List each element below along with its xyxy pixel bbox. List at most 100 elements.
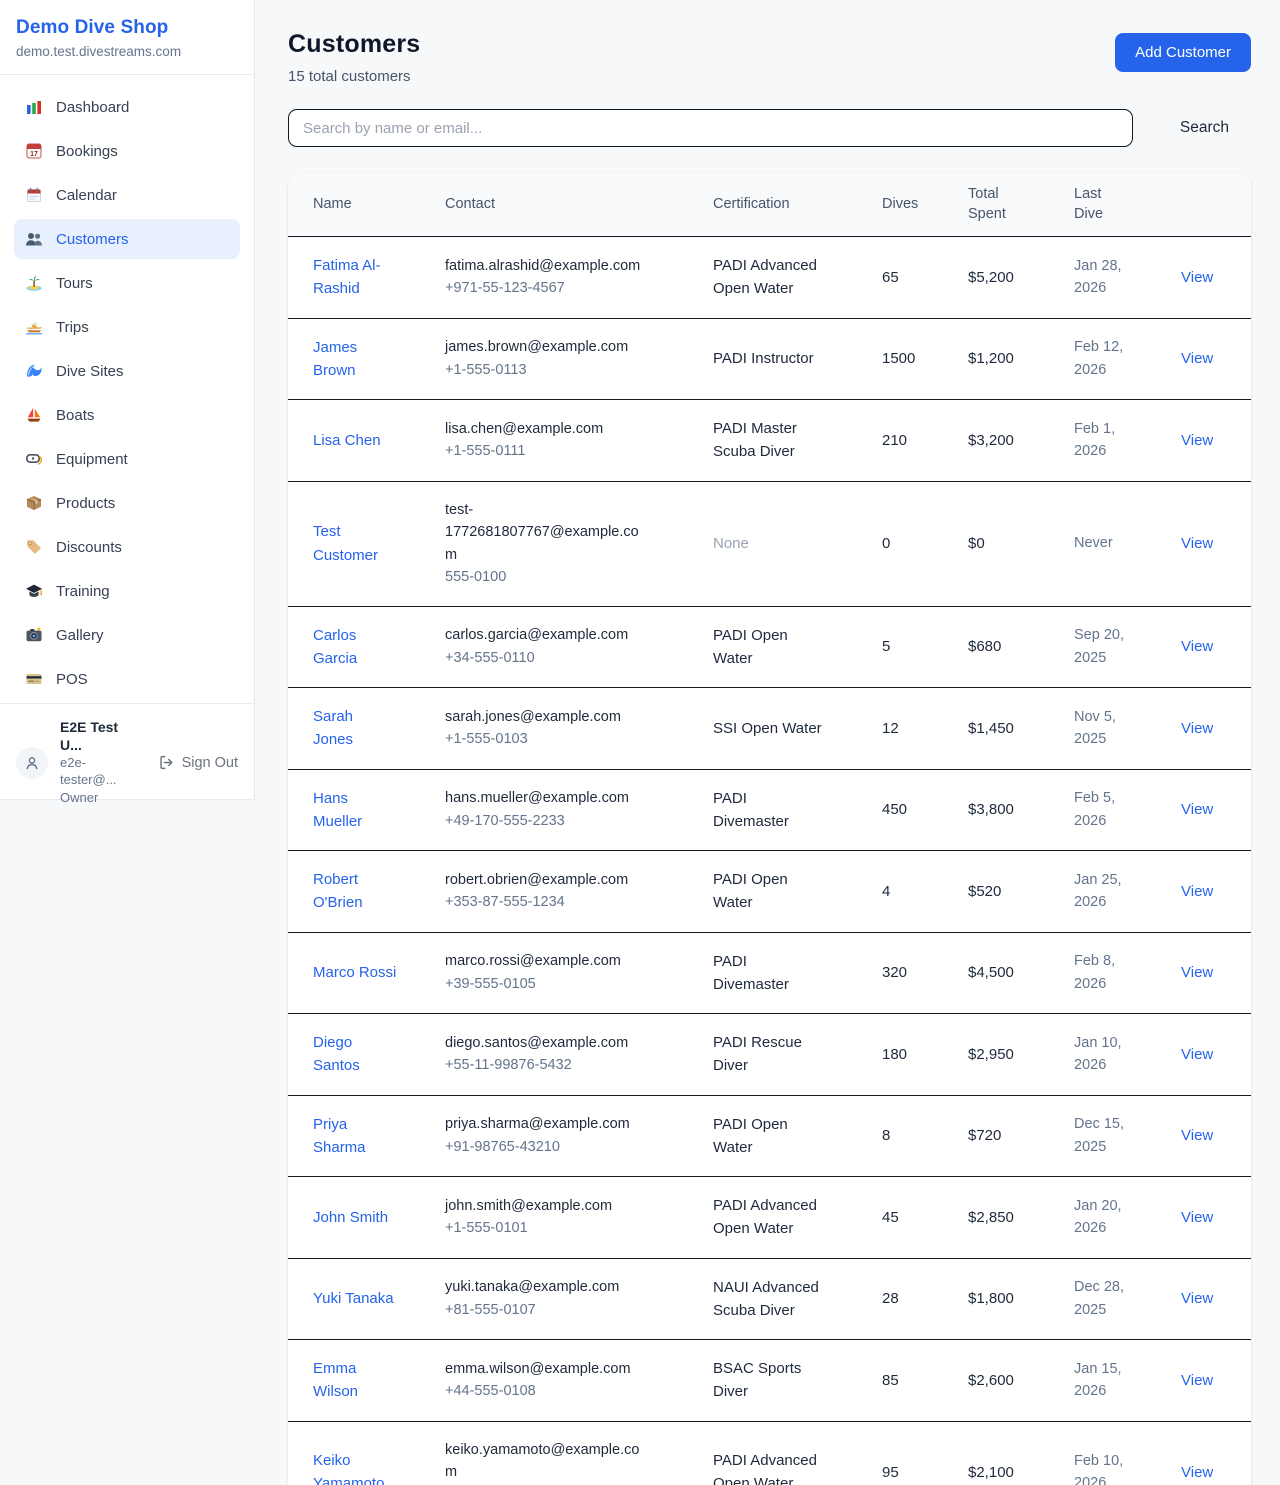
customer-name-link[interactable]: Hans Mueller [313, 790, 362, 830]
customer-phone: +1-555-0103 [445, 728, 645, 750]
cell-contact: yuki.tanaka@example.com+81-555-0107 [433, 1258, 701, 1340]
customer-name-link[interactable]: Test Customer [313, 523, 378, 563]
sidebar-item-label: Dive Sites [56, 363, 124, 380]
customer-name-link[interactable]: Diego Santos [313, 1034, 360, 1074]
cell-contact: keiko.yamamoto@example.com+81-90-1234-56… [433, 1421, 701, 1485]
customer-name-link[interactable]: Lisa Chen [313, 432, 381, 449]
cell-total-spent: $2,950 [956, 1014, 1062, 1096]
view-link[interactable]: View [1181, 269, 1213, 286]
search-button[interactable]: Search [1158, 119, 1251, 137]
customer-name-link[interactable]: Marco Rossi [313, 964, 396, 981]
customer-email: carlos.garcia@example.com [445, 624, 645, 646]
page-subtitle: 15 total customers [288, 68, 420, 85]
view-link[interactable]: View [1181, 1290, 1213, 1307]
view-link[interactable]: View [1181, 801, 1213, 818]
cell-total-spent: $1,450 [956, 688, 1062, 770]
customer-name-link[interactable]: John Smith [313, 1209, 388, 1226]
customer-name-link[interactable]: Yuki Tanaka [313, 1290, 394, 1307]
view-link[interactable]: View [1181, 638, 1213, 655]
sidebar-item-discounts[interactable]: Discounts [14, 527, 240, 567]
cell-certification: PADI Advanced Open Water [701, 237, 870, 319]
column-header-certification: Certification [701, 173, 870, 237]
package-icon [25, 494, 43, 512]
view-link[interactable]: View [1181, 883, 1213, 900]
cell-dives: 1500 [870, 318, 956, 400]
view-link[interactable]: View [1181, 1209, 1213, 1226]
search-row: Search [288, 109, 1251, 147]
sidebar-item-products[interactable]: Products [14, 483, 240, 523]
bar-chart-icon [25, 98, 43, 116]
sidebar-item-dive-sites[interactable]: Dive Sites [14, 351, 240, 391]
view-link[interactable]: View [1181, 350, 1213, 367]
sidebar-item-boats[interactable]: Boats [14, 395, 240, 435]
svg-text:17: 17 [30, 151, 38, 158]
customer-name-link[interactable]: Carlos Garcia [313, 627, 357, 667]
sidebar-item-customers[interactable]: Customers [14, 219, 240, 259]
customer-name-link[interactable]: Priya Sharma [313, 1116, 366, 1156]
user-info: E2E Test U... e2e-tester@... Owner [60, 718, 132, 807]
add-customer-button[interactable]: Add Customer [1115, 33, 1251, 72]
table-row: Sarah Jones sarah.jones@example.com+1-555… [288, 688, 1251, 770]
sidebar-item-calendar[interactable]: Calendar [14, 175, 240, 215]
view-link[interactable]: View [1181, 1464, 1213, 1481]
cell-contact: robert.obrien@example.com+353-87-555-123… [433, 851, 701, 933]
cell-last-dive: Feb 12, 2026 [1062, 318, 1169, 400]
cell-total-spent: $5,200 [956, 237, 1062, 319]
person-icon [23, 754, 41, 772]
view-link[interactable]: View [1181, 535, 1213, 552]
customer-name-link[interactable]: Keiko Yamamoto [313, 1452, 384, 1485]
spiral-calendar-icon [25, 186, 43, 204]
cell-actions: View [1169, 606, 1251, 688]
sidebar-item-tours[interactable]: Tours [14, 263, 240, 303]
view-link[interactable]: View [1181, 964, 1213, 981]
cell-contact: sarah.jones@example.com+1-555-0103 [433, 688, 701, 770]
cell-last-dive: Jan 15, 2026 [1062, 1340, 1169, 1422]
view-link[interactable]: View [1181, 720, 1213, 737]
user-email: e2e-tester@... [60, 755, 132, 789]
sidebar-item-pos[interactable]: POS [14, 659, 240, 699]
sidebar-item-label: Dashboard [56, 99, 129, 116]
sidebar-item-dashboard[interactable]: Dashboard [14, 87, 240, 127]
customers-table-card: NameContactCertificationDivesTotal Spent… [288, 173, 1251, 1485]
table-row: Hans Mueller hans.mueller@example.com+49-… [288, 769, 1251, 851]
table-row: Test Customertest-1772681807767@example.… [288, 481, 1251, 606]
sidebar-item-bookings[interactable]: 17Bookings [14, 131, 240, 171]
customer-email: hans.mueller@example.com [445, 787, 645, 809]
cell-name: Carlos Garcia [288, 606, 433, 688]
sidebar-item-trips[interactable]: Trips [14, 307, 240, 347]
customer-name-link[interactable]: Emma Wilson [313, 1360, 358, 1400]
cell-last-dive: Jan 28, 2026 [1062, 237, 1169, 319]
user-role: Owner [60, 790, 132, 807]
customer-name-link[interactable]: James Brown [313, 339, 357, 379]
customers-table-body: Fatima Al-Rashid fatima.alrashid@example.… [288, 237, 1251, 1485]
cell-contact: hans.mueller@example.com+49-170-555-2233 [433, 769, 701, 851]
cell-total-spent: $1,800 [956, 1258, 1062, 1340]
customer-email: fatima.alrashid@example.com [445, 255, 645, 277]
cell-contact: emma.wilson@example.com+44-555-0108 [433, 1340, 701, 1422]
search-input[interactable] [288, 109, 1133, 147]
table-row: Lisa Chenlisa.chen@example.com+1-555-011… [288, 400, 1251, 482]
sidebar-item-label: Equipment [56, 451, 128, 468]
customer-name-link[interactable]: Sarah Jones [313, 708, 353, 748]
cell-actions: View [1169, 1014, 1251, 1096]
view-link[interactable]: View [1181, 1372, 1213, 1389]
sidebar-item-equipment[interactable]: Equipment [14, 439, 240, 479]
customer-email: marco.rossi@example.com [445, 950, 645, 972]
view-link[interactable]: View [1181, 432, 1213, 449]
graduation-cap-icon [25, 582, 43, 600]
view-link[interactable]: View [1181, 1046, 1213, 1063]
sidebar-item-gallery[interactable]: Gallery [14, 615, 240, 655]
sidebar-item-training[interactable]: Training [14, 571, 240, 611]
customer-name-link[interactable]: Fatima Al-Rashid [313, 257, 381, 297]
cell-total-spent: $2,850 [956, 1177, 1062, 1259]
cell-dives: 0 [870, 481, 956, 606]
cell-contact: fatima.alrashid@example.com+971-55-123-4… [433, 237, 701, 319]
cell-name: Test Customer [288, 481, 433, 606]
view-link[interactable]: View [1181, 1127, 1213, 1144]
customer-name-link[interactable]: Robert O'Brien [313, 871, 363, 911]
sign-out-button[interactable]: Sign Out [158, 754, 238, 771]
cell-name: Diego Santos [288, 1014, 433, 1096]
cell-total-spent: $3,200 [956, 400, 1062, 482]
customer-phone: +55-11-99876-5432 [445, 1054, 645, 1076]
customer-email: keiko.yamamoto@example.com [445, 1439, 645, 1484]
